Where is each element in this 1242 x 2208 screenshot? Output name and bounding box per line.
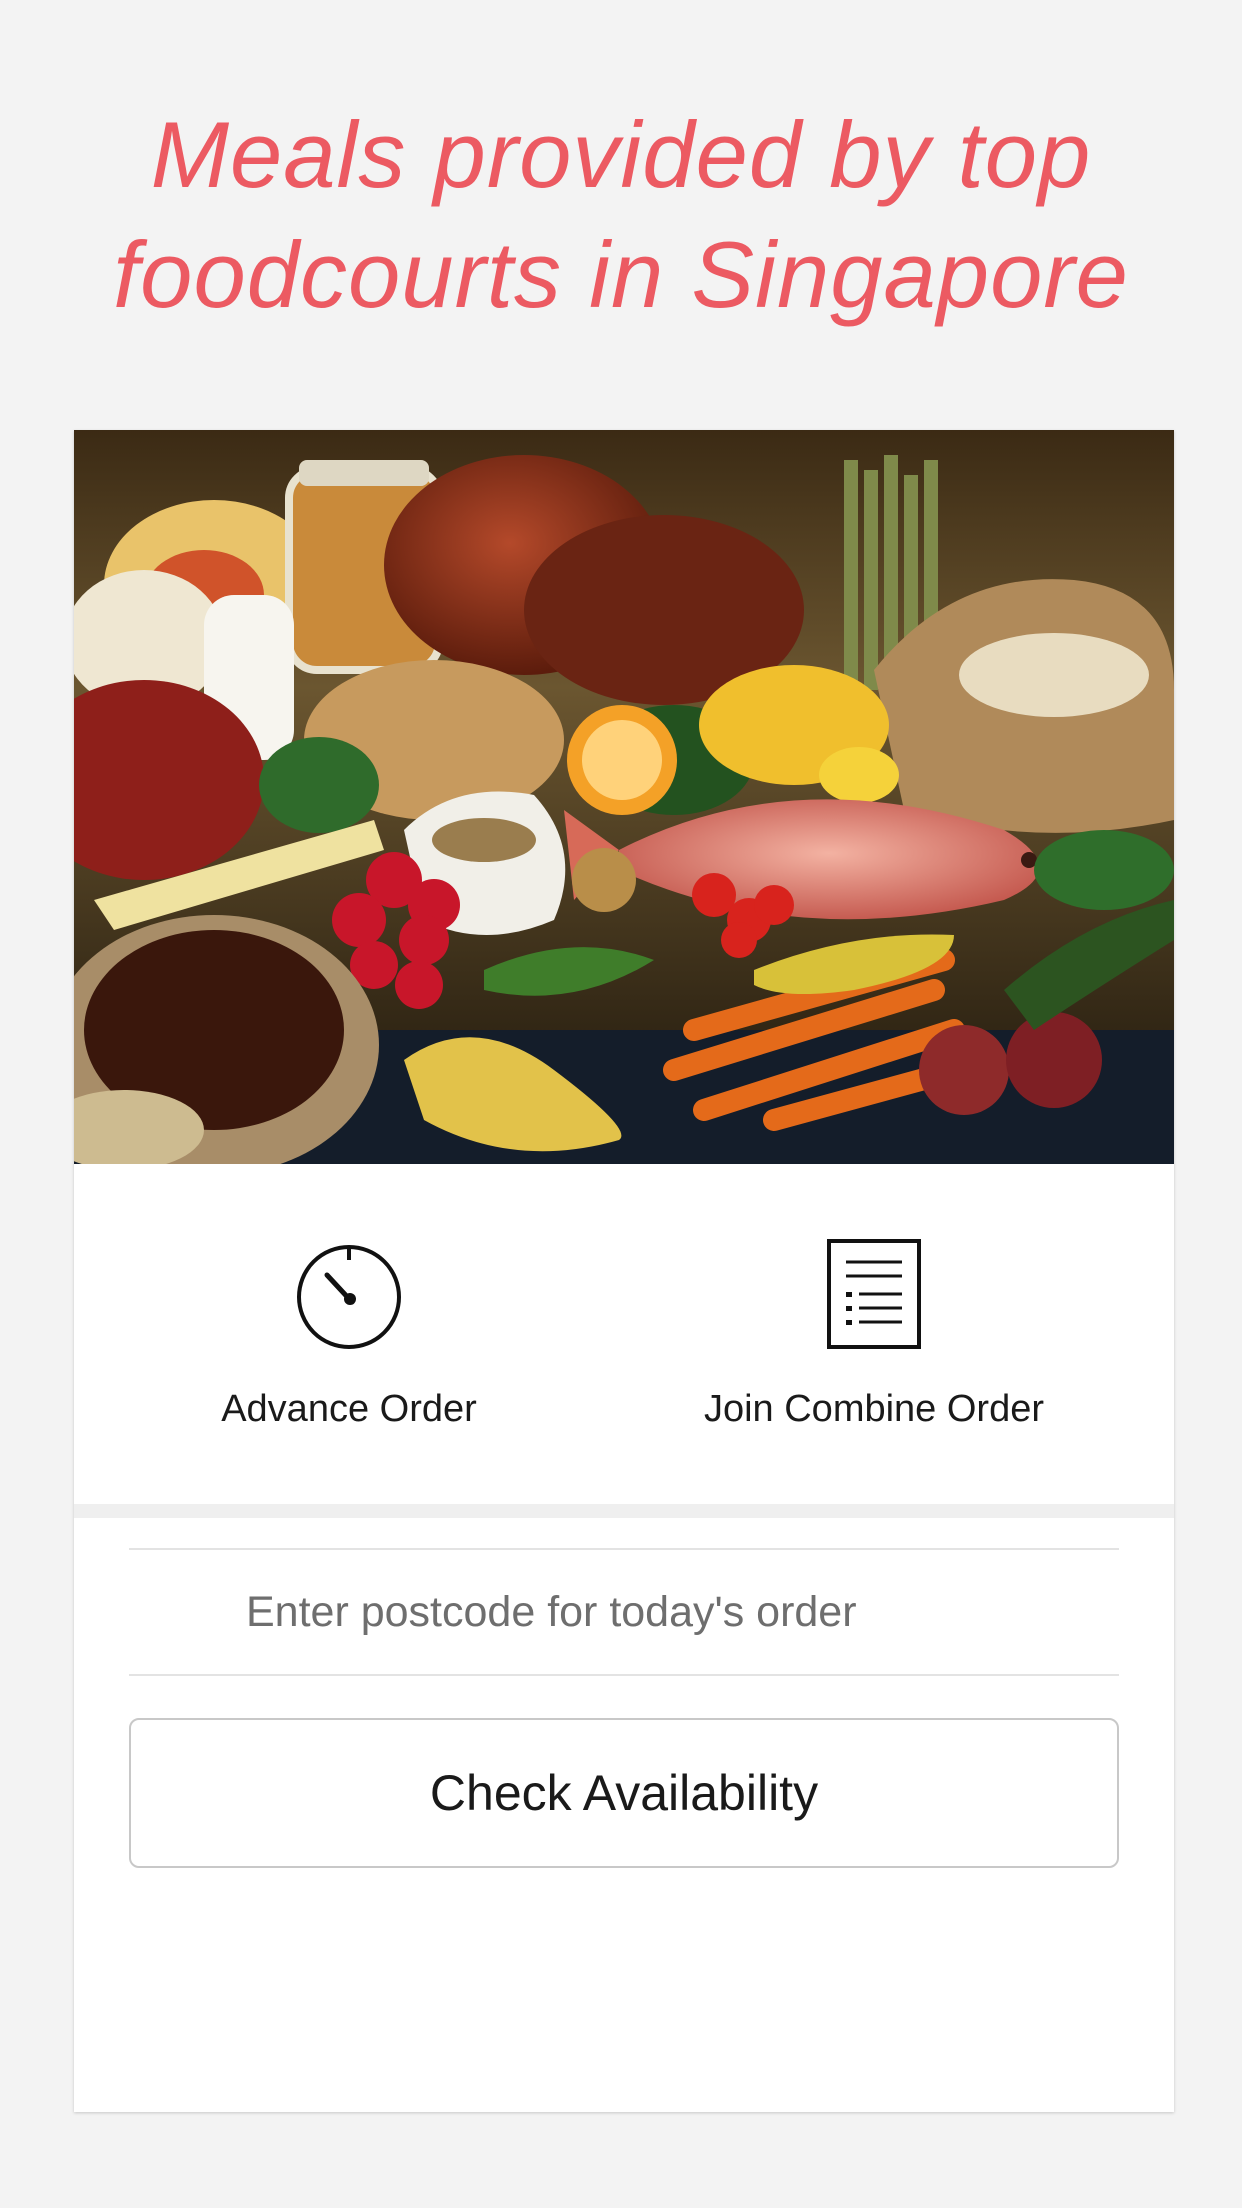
postcode-top-border <box>129 1548 1119 1550</box>
section-divider <box>74 1504 1174 1518</box>
postcode-bottom-border <box>129 1674 1119 1676</box>
advance-order-option[interactable]: Advance Order <box>164 1164 534 1444</box>
advance-order-label: Advance Order <box>221 1388 477 1430</box>
headline-line-1: Meals provided by top <box>150 102 1092 207</box>
document-list-icon <box>827 1239 921 1349</box>
headline-line-2: foodcourts in Singapore <box>113 222 1129 327</box>
join-combine-order-label: Join Combine Order <box>703 1388 1045 1430</box>
stopwatch-icon <box>297 1245 401 1349</box>
check-availability-button[interactable]: Check Availability <box>129 1718 1119 1868</box>
postcode-input[interactable] <box>129 1552 1119 1672</box>
order-card: Advance Order Join Combine Order Check A… <box>74 430 1174 2112</box>
join-combine-order-option[interactable]: Join Combine Order <box>654 1164 1094 1444</box>
headline: Meals provided by top foodcourts in Sing… <box>0 95 1242 335</box>
food-hero-image <box>74 430 1174 1164</box>
